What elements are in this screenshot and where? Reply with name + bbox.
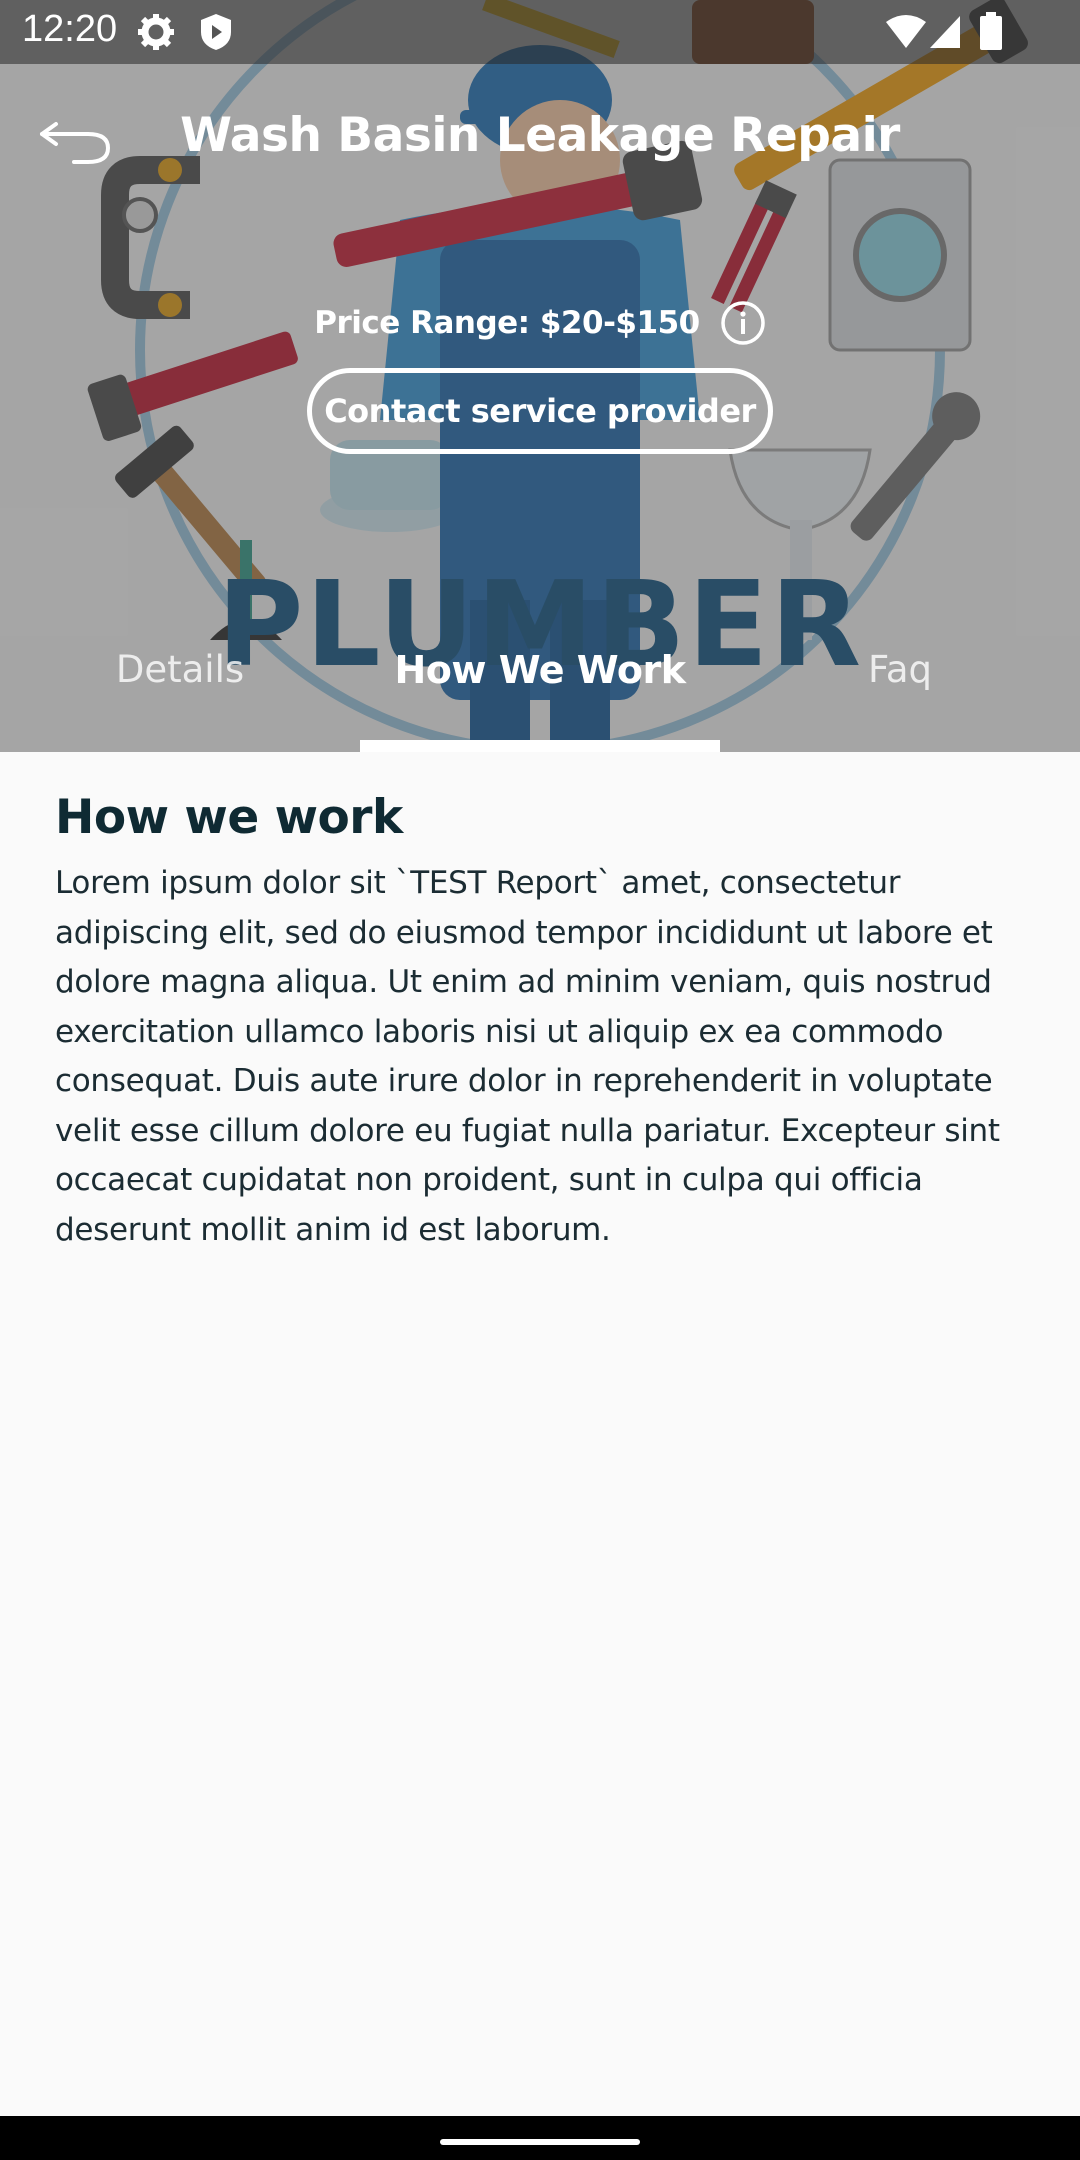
navigation-bar [0,2116,1080,2160]
tab-details[interactable]: Details [60,648,300,704]
wifi-icon [886,15,926,48]
tab-how-we-work[interactable]: How We Work [360,648,720,704]
tab-faq[interactable]: Faq [800,648,1000,704]
how-we-work-section: How we work Lorem ipsum dolor sit `TEST … [55,790,1030,1255]
back-arrow-icon [40,122,111,164]
section-body-text: Lorem ipsum dolor sit `TEST Report` amet… [55,865,1000,1248]
signal-icon [930,16,960,48]
info-icon[interactable] [720,300,766,346]
price-range-text: Price Range: $20-$150 [314,305,700,341]
status-bar: 12:20 [0,0,1080,64]
selected-tab-indicator [360,740,720,752]
home-gesture-handle[interactable] [440,2139,640,2145]
section-heading: How we work [55,790,403,845]
back-button[interactable] [38,110,118,174]
page-title: Wash Basin Leakage Repair [180,108,900,163]
contact-service-provider-button[interactable]: Contact service provider [307,368,773,454]
battery-icon [980,12,1002,50]
gear-icon [138,14,174,50]
price-range-row: Price Range: $20-$150 [0,300,1080,346]
status-time: 12:20 [22,8,118,50]
shield-icon [201,14,231,50]
